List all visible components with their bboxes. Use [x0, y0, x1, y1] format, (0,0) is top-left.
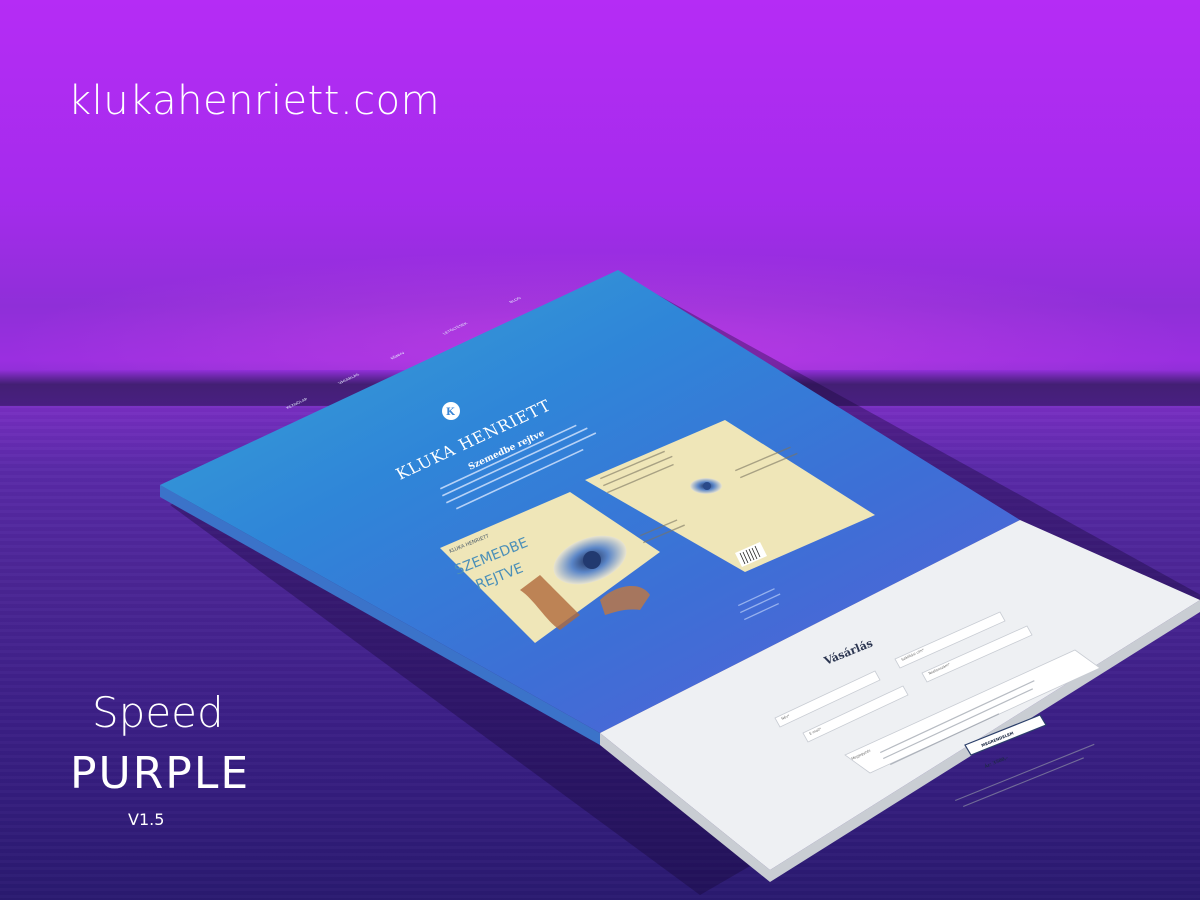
nav-item-book[interactable]: KÖNYV	[389, 351, 406, 360]
mockup-svg: KEZDŐLAP VÁSÁRLÁS KÖNYV LETÖLTÉSEK BLOG …	[160, 270, 1200, 895]
cover-pupil	[583, 551, 601, 569]
nav-item-downloads[interactable]: LETÖLTÉSEK	[441, 321, 469, 335]
nav-item-shop[interactable]: VÁSÁRLÁS	[337, 373, 361, 385]
price-label: Ár: 3500,-	[982, 754, 1009, 770]
logo-mark: K	[446, 407, 455, 418]
website-mockup: KEZDŐLAP VÁSÁRLÁS KÖNYV LETÖLTÉSEK BLOG …	[0, 0, 1200, 900]
back-cover-pupil	[703, 482, 711, 490]
nav-item-home[interactable]: KEZDŐLAP	[284, 397, 309, 409]
nav-item-blog[interactable]: BLOG	[508, 296, 523, 303]
